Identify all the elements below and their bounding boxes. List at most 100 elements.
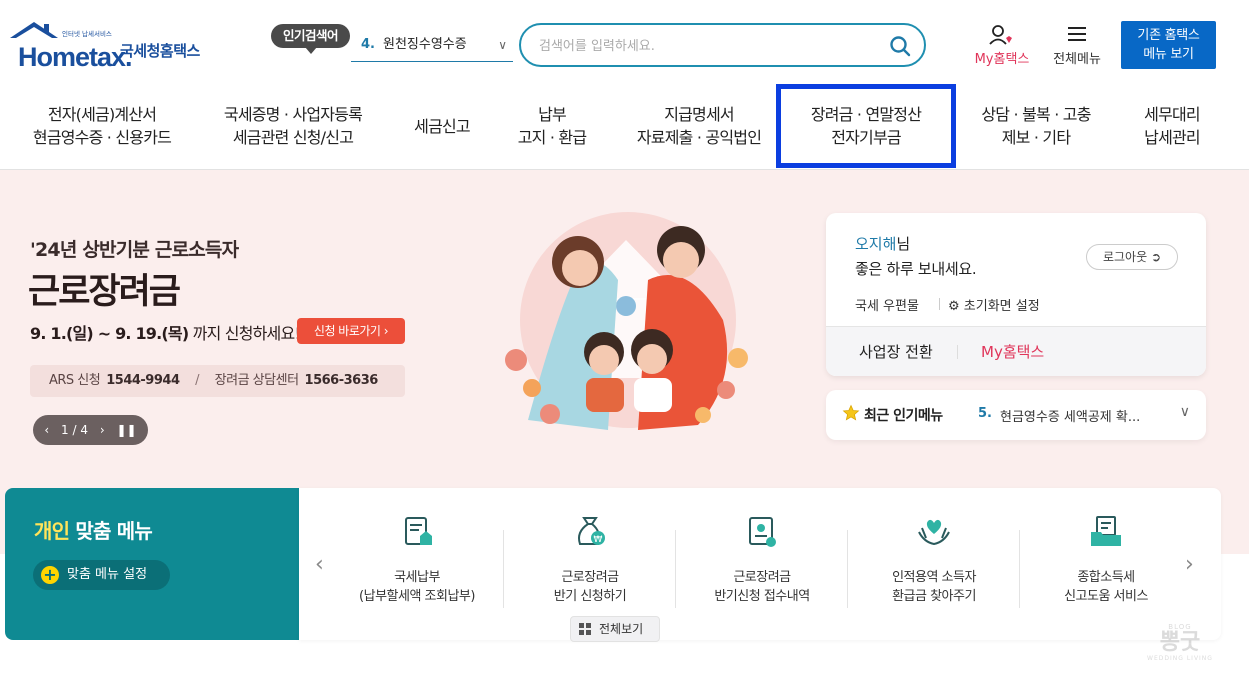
pager-count: 1 / 4: [61, 423, 88, 437]
gear-icon: ⚙: [948, 299, 960, 314]
menu-item-refund-finder[interactable]: 인적용역 소득자 환급금 찾아주기: [848, 510, 1020, 610]
business-switch-link[interactable]: 사업장 전환: [859, 341, 933, 362]
menu-item-line1: 근로장려금: [561, 570, 619, 585]
nav-item-tax-report[interactable]: 세금신고: [396, 84, 488, 168]
nav-item-certificate[interactable]: 국세증명 · 사업자등록세금관련 신청/신고: [204, 84, 382, 168]
old-menu-line2: 메뉴 보기: [1143, 47, 1194, 62]
personal-menu-title-rest: 맞춤 메뉴: [69, 519, 152, 543]
logout-icon: ➲: [1150, 250, 1162, 264]
init-setting-link[interactable]: ⚙ 초기화면 설정: [939, 295, 1040, 314]
chevron-down-icon: ∨: [498, 38, 507, 52]
nav-label-1: 장려금 · 연말정산: [810, 105, 922, 124]
recent-menu-title: 최근 인기메뉴: [864, 408, 943, 424]
nav-label-1: 납부: [538, 105, 567, 124]
chevron-down-icon[interactable]: ∨: [1180, 404, 1190, 420]
nav-item-agent[interactable]: 세무대리납세관리: [1122, 84, 1222, 168]
popular-rank: 4.: [361, 37, 375, 52]
all-view-button[interactable]: 전체보기: [570, 616, 660, 642]
old-menu-line1: 기존 홈택스: [1137, 28, 1200, 43]
menu-item-line2: (납부할세액 조회납부): [359, 589, 475, 604]
ars-label: ARS 신청: [49, 373, 101, 388]
blog-watermark: BLOG 뽕굿 WEDDING LIVING: [1140, 623, 1220, 679]
nav-label-2: 제보 · 기타: [1001, 128, 1071, 147]
recent-popular-menu[interactable]: 최근 인기메뉴 5. 현금영수증 세액공제 확... ∨: [826, 390, 1206, 440]
nav-label-1: 세금신고: [414, 116, 470, 136]
menu-item-line2: 신고도움 서비스: [1064, 589, 1148, 604]
apply-button[interactable]: 신청 바로가기 ›: [297, 318, 405, 344]
logout-button[interactable]: 로그아웃 ➲: [1086, 244, 1178, 270]
folder-doc-icon: [1091, 516, 1121, 546]
user-name: 오지해님: [855, 233, 910, 254]
menu-item-line2: 환급금 찾아주기: [892, 589, 976, 604]
grid-icon: [579, 623, 591, 635]
main-nav: 전자(세금)계산서 현금영수증 · 신용카드 국세증명 · 사업자등록세금관련 신…: [0, 84, 1249, 170]
popular-search-select[interactable]: 4. 원천징수영수증 ∨: [351, 30, 513, 62]
nav-label-2: 자료제출 · 공익법인: [636, 128, 762, 147]
star-icon: [842, 404, 860, 421]
nav-item-payment[interactable]: 납부고지 · 환급: [500, 84, 604, 168]
plus-icon: +: [41, 566, 59, 584]
money-bag-icon: ₩: [578, 517, 605, 545]
my-hometax-link[interactable]: My홈택스: [956, 341, 1044, 362]
nav-label-1: 지급명세서: [664, 105, 734, 124]
banner-pager: ‹ 1 / 4 › ❚❚: [33, 415, 148, 445]
nav-item-incentive[interactable]: 장려금 · 연말정산 전자기부금: [776, 84, 956, 168]
separator: /: [195, 373, 200, 388]
nav-label-2: 세금관련 신청/신고: [232, 128, 354, 147]
nav-item-einvoice[interactable]: 전자(세금)계산서 현금영수증 · 신용카드: [14, 84, 190, 168]
logout-label: 로그아웃: [1102, 250, 1148, 264]
recent-menu-value: 현금영수증 세액공제 확...: [1000, 410, 1141, 425]
old-menu-button[interactable]: 기존 홈택스 메뉴 보기: [1121, 21, 1216, 69]
menu-item-line1: 국세납부: [394, 570, 440, 585]
honorific: 님: [896, 235, 911, 253]
menu-item-tax-payment[interactable]: 국세납부 (납부할세액 조회납부): [331, 510, 503, 610]
apply-button-label: 신청 바로가기: [313, 324, 381, 338]
nav-label-1: 국세증명 · 사업자등록: [223, 105, 363, 124]
menu-item-incentive-history[interactable]: 근로장려금 반기신청 접수내역: [676, 510, 848, 610]
hamburger-icon: [1068, 27, 1086, 41]
menu-item-line1: 종합소득세: [1077, 570, 1135, 585]
my-hometax-button[interactable]: My홈택스: [968, 24, 1036, 68]
my-hometax-label: My홈택스: [974, 52, 1030, 67]
popular-search-badge: 인기검색어: [271, 24, 350, 54]
menu-item-incentive-apply[interactable]: ₩ 근로장려금 반기 신청하기: [504, 510, 676, 610]
logo-wordmark: Hometax.: [18, 42, 133, 72]
menu-item-line1: 근로장려금: [733, 570, 791, 585]
nav-label-2: 고지 · 환급: [517, 128, 587, 147]
hero-subtitle: '24년 상반기분 근로소득자: [30, 239, 239, 261]
hero-title: 근로장려금: [28, 272, 181, 312]
popular-term: 원천징수영수증: [382, 37, 467, 52]
nav-item-statement[interactable]: 지급명세서자료제출 · 공익법인: [618, 84, 780, 168]
personal-menu-panel: 개인 맞춤 메뉴 + 맞춤 메뉴 설정: [5, 488, 299, 640]
family-illustration: [505, 212, 748, 430]
menu-item-line2: 반기 신청하기: [553, 589, 627, 604]
personal-menu-setting-button[interactable]: + 맞춤 메뉴 설정: [33, 560, 170, 590]
pause-icon[interactable]: ❚❚: [116, 423, 136, 437]
nav-label-2: 납세관리: [1144, 128, 1200, 147]
search-input[interactable]: [539, 35, 879, 57]
all-menu-button[interactable]: 전체메뉴: [1046, 24, 1108, 68]
next-slide-icon[interactable]: ›: [100, 423, 105, 437]
nav-label-1: 상담 · 불복 · 고충: [981, 105, 1091, 124]
heart-hands-icon: [918, 519, 950, 546]
search-icon[interactable]: [888, 34, 912, 58]
hometax-logo[interactable]: 인터넷 납세서비스 Hometax. 국세청홈택스: [8, 20, 213, 72]
center-number: 1566-3636: [304, 373, 379, 388]
hero-period-rest: 까지 신청하세요!: [188, 324, 301, 343]
hero-period-dates: 9. 1.(일) ~ 9. 19.(목): [30, 324, 189, 343]
nav-label-1: 세무대리: [1144, 105, 1200, 124]
prev-slide-icon[interactable]: ‹: [44, 423, 49, 437]
nav-item-counsel[interactable]: 상담 · 불복 · 고충제보 · 기타: [962, 84, 1110, 168]
logo-tagline: 인터넷 납세서비스: [62, 30, 112, 38]
personal-menu-title: 개인 맞춤 메뉴: [34, 515, 153, 544]
certificate-icon: [749, 517, 776, 547]
personal-menu-setting-label: 맞춤 메뉴 설정: [67, 567, 148, 582]
ars-info-bar: ARS 신청 1544-9944 / 장려금 상담센터 1566-3636: [30, 365, 405, 397]
all-view-label: 전체보기: [599, 622, 644, 636]
tax-mailbox-link[interactable]: 국세 우편물: [855, 295, 919, 314]
profile-card: 오지해님 좋은 하루 보내세요. 로그아웃 ➲ 국세 우편물 ⚙ 초기화면 설정…: [826, 213, 1206, 376]
logo-name: 국세청홈택스: [120, 42, 200, 60]
chevron-left-icon[interactable]: ‹: [315, 552, 324, 577]
all-menu-label: 전체메뉴: [1053, 52, 1101, 67]
menu-item-income-tax-help[interactable]: 종합소득세 신고도움 서비스: [1020, 510, 1192, 610]
